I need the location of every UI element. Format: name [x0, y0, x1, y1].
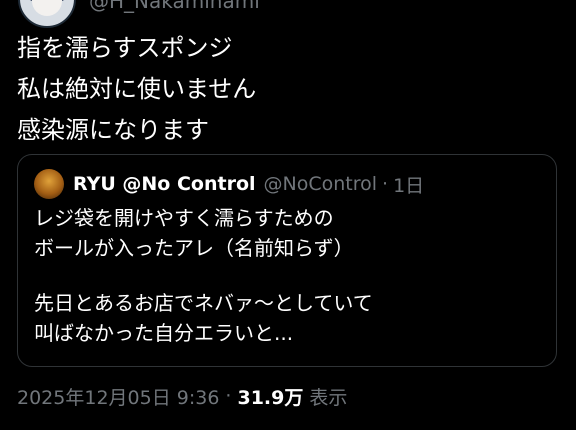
view-label: 表示 — [309, 386, 348, 409]
quoted-tweet-text: レジ袋を開けやすく濡らすための ボールが入ったアレ（名前知らず） 先日とあるお店… — [34, 203, 544, 348]
tweet-timestamp[interactable]: 2025年12月05日 9:36 — [17, 383, 219, 410]
quoted-author-avatar[interactable] — [34, 169, 64, 199]
quoted-tweet-card[interactable]: RYU @No Control @NoControl · 1日 レジ袋を開けやす… — [17, 154, 557, 367]
dot-separator: · — [225, 385, 232, 407]
quoted-tweet-time[interactable]: 1日 — [393, 171, 424, 198]
avatar-face — [32, 0, 62, 16]
quoted-author-name[interactable]: RYU @No Control — [73, 173, 256, 195]
tweet-meta: 2025年12月05日 9:36 · 31.9万 表示 — [17, 381, 347, 411]
tweet-line: 私は絶対に使いません — [17, 75, 257, 103]
quoted-tweet-header: RYU @No Control @NoControl · 1日 — [34, 169, 424, 199]
tweet-text: 指を濡らすスポンジ 私は絶対に使いません 感染源になります — [17, 28, 557, 151]
quoted-tweet-line: ボールが入ったアレ（名前知らず） — [34, 236, 354, 260]
quoted-tweet-line: 先日とあるお店でネバァ〜としていて — [34, 291, 373, 315]
quoted-tweet-line: レジ袋を開けやすく濡らすための — [34, 206, 334, 230]
quoted-author-handle[interactable]: @NoControl — [264, 173, 378, 195]
dot-separator: · — [382, 173, 389, 195]
tweet-line: 感染源になります — [17, 116, 209, 144]
tweet-line: 指を濡らすスポンジ — [17, 34, 233, 62]
author-handle[interactable]: @H_Nakaminami — [89, 0, 260, 13]
quoted-tweet-line: 叫ばなかった自分エラいと... — [34, 321, 294, 345]
author-avatar[interactable] — [18, 0, 76, 28]
view-count: 31.9万 — [237, 386, 304, 409]
